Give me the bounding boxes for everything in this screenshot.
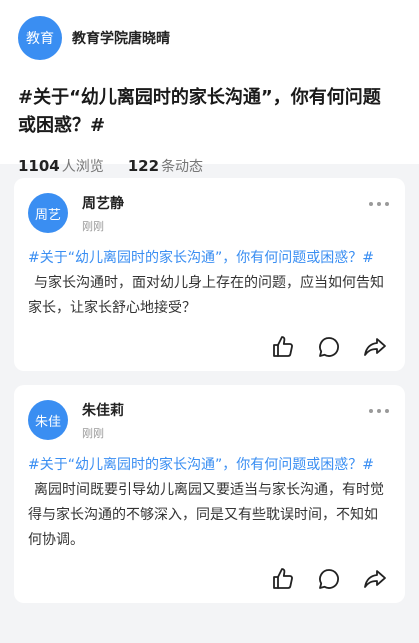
post-card: 周艺 周艺静 刚刚 #关于“幼儿离园时的家长沟通”，你有何问题或困惑？# 与家长… xyxy=(14,178,405,371)
author-avatar[interactable]: 周艺 xyxy=(28,193,68,233)
post-content: #关于“幼儿离园时的家长沟通”，你有何问题或困惑？# 离园时间既要引导幼儿离园又… xyxy=(28,453,388,553)
post-time: 刚刚 xyxy=(82,426,104,440)
more-horizontal-icon[interactable] xyxy=(369,202,389,206)
author-name[interactable]: 朱佳莉 xyxy=(82,400,124,420)
post-card: 朱佳 朱佳莉 刚刚 #关于“幼儿离园时的家长沟通”，你有何问题或困惑？# 离园时… xyxy=(14,385,405,603)
author-name[interactable]: 周艺静 xyxy=(82,193,124,213)
post-actions xyxy=(28,335,391,361)
owner-row: 教育 教育学院唐晓晴 xyxy=(18,14,401,62)
topic-title: #关于“幼儿离园时的家长沟通”，你有何问题或困惑？# xyxy=(18,87,381,136)
post-text: 离园时间既要引导幼儿离园又要适当与家长沟通，有时觉得与家长沟通的不够深入，同是又… xyxy=(28,482,384,548)
posts-count: 122 xyxy=(127,157,160,175)
comment-icon[interactable] xyxy=(317,335,341,359)
share-icon[interactable] xyxy=(363,335,387,359)
post-content: #关于“幼儿离园时的家长沟通”，你有何问题或困惑？# 与家长沟通时，面对幼儿身上… xyxy=(28,246,388,321)
posts-label: 条动态 xyxy=(161,159,204,175)
author-avatar[interactable]: 朱佳 xyxy=(28,400,68,440)
thumbs-up-icon[interactable] xyxy=(271,567,295,591)
post-feed: 周艺 周艺静 刚刚 #关于“幼儿离园时的家长沟通”，你有何问题或困惑？# 与家长… xyxy=(0,164,419,603)
post-text: 与家长沟通时，面对幼儿身上存在的问题，应当如何告知家长，让家长舒心地接受？ xyxy=(28,275,384,316)
more-horizontal-icon[interactable] xyxy=(369,409,389,413)
owner-name[interactable]: 教育学院唐晓晴 xyxy=(72,28,170,48)
thumbs-up-icon[interactable] xyxy=(271,335,295,359)
post-time: 刚刚 xyxy=(82,219,104,233)
views-count: 1104 xyxy=(18,157,60,175)
post-actions xyxy=(28,567,391,593)
owner-avatar[interactable]: 教育 xyxy=(18,16,62,60)
views-label: 人浏览 xyxy=(61,159,104,175)
topic-tag-link[interactable]: #关于“幼儿离园时的家长沟通”，你有何问题或困惑？# xyxy=(28,457,374,473)
topic-tag-link[interactable]: #关于“幼儿离园时的家长沟通”，你有何问题或困惑？# xyxy=(28,250,374,266)
topic-header: 教育 教育学院唐晓晴 #关于“幼儿离园时的家长沟通”，你有何问题或困惑？# 11… xyxy=(0,0,419,175)
comment-icon[interactable] xyxy=(317,567,341,591)
share-icon[interactable] xyxy=(363,567,387,591)
